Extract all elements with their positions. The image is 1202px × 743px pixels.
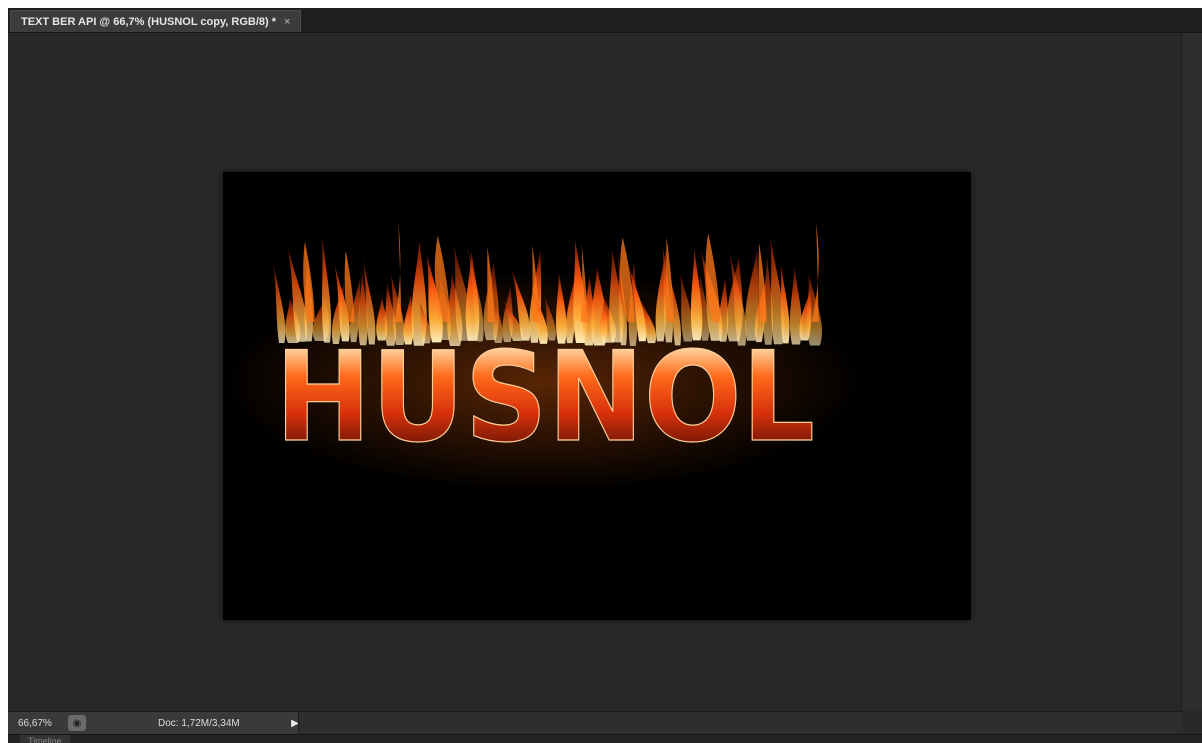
- canvas-workspace[interactable]: HUSNOL: [8, 33, 1182, 711]
- fire-text-artwork: HUSNOL: [223, 222, 863, 492]
- document-tab-title: TEXT BER API @ 66,7% (HUSNOL copy, RGB/8…: [21, 15, 277, 28]
- horizontal-scrollbar[interactable]: [298, 711, 1183, 734]
- document-size-info: Doc: 1,72M/3,34M: [158, 717, 240, 729]
- page-setup-icon[interactable]: ◉: [68, 715, 86, 731]
- zoom-level-value: 66,67%: [18, 717, 52, 729]
- document-tab[interactable]: TEXT BER API @ 66,7% (HUSNOL copy, RGB/8…: [10, 10, 302, 32]
- document-canvas[interactable]: HUSNOL: [223, 172, 971, 620]
- document-tab-bar: TEXT BER API @ 66,7% (HUSNOL copy, RGB/8…: [8, 8, 1202, 33]
- photoshop-window: TEXT BER API @ 66,7% (HUSNOL copy, RGB/8…: [8, 8, 1202, 743]
- flame-wisp: [666, 237, 675, 322]
- vertical-scrollbar[interactable]: [1181, 33, 1202, 711]
- close-icon[interactable]: ×: [284, 16, 290, 28]
- zoom-level-field[interactable]: 66,67%: [12, 715, 64, 731]
- fire-text: HUSNOL: [275, 326, 815, 470]
